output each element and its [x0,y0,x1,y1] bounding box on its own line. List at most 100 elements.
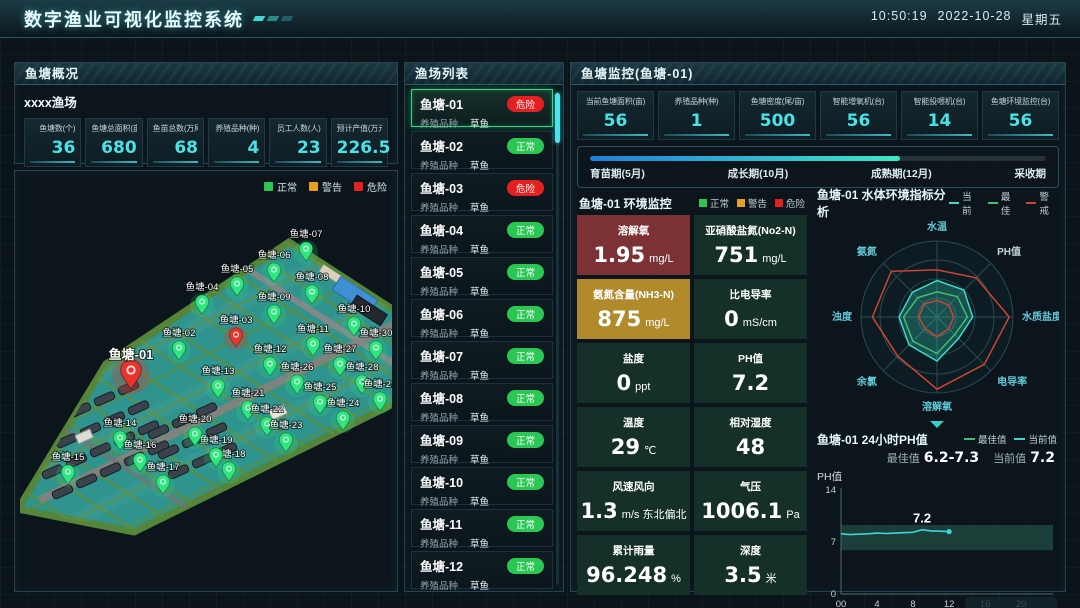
pond-name: 鱼塘-09 [420,430,463,449]
stat-box: 鱼苗总数(万尾)68 [147,118,204,167]
env-grid: 溶解氧1.95mg/L亚硝酸盐氮(No2-N)751mg/L氨氮含量(NH3-N… [577,215,807,595]
list-item[interactable]: 鱼塘-04正常养殖品种草鱼 [411,215,553,253]
ph-xtick: 12 [944,599,955,608]
env-cell-unit: ℃ [644,445,656,457]
stat-value: 56 [988,111,1053,131]
breed-label: 养殖品种 [420,119,458,130]
list-item-header: 鱼塘-05正常 [420,262,544,281]
breed-value: 草鱼 [470,161,489,172]
env-cell-value: 0 [617,371,632,395]
legend-swatch [309,182,318,191]
ph-ytick: 7 [831,537,836,548]
clock-time: 10:50:19 [871,9,928,28]
pond-name: 鱼塘-11 [420,514,462,533]
env-cell-value-row: 0ppt [617,371,651,395]
list-item[interactable]: 鱼塘-09正常养殖品种草鱼 [411,425,553,463]
radar-axis-label: 余氯 [856,375,877,388]
stat-box: 养殖品种(种)1 [658,91,735,140]
list-scrollbar-track[interactable] [556,91,559,585]
list-item-header: 鱼塘-08正常 [420,388,544,407]
chevron-down-icon[interactable] [930,421,944,428]
stat-underline [337,161,382,163]
legend-swatch [988,202,998,204]
pond-name: 鱼塘-03 [420,178,463,197]
env-legend: 正常警告危险 [699,196,805,210]
list-item[interactable]: 鱼塘-03危险养殖品种草鱼 [411,173,553,211]
pond-name: 鱼塘-06 [420,304,463,323]
env-cell: 相对湿度48 [694,407,807,467]
status-badge: 正常 [507,306,544,322]
breed-label: 养殖品种 [420,287,458,298]
list-item[interactable]: 鱼塘-01危险养殖品种草鱼 [411,89,553,127]
panel-pond-monitor-title: 鱼塘监控(鱼塘-01) [571,63,1065,85]
ph-legend: 最佳值当前值 [964,432,1057,446]
breed-value: 草鱼 [470,203,489,214]
breed-label: 养殖品种 [420,581,458,592]
pond-breed-row: 养殖品种草鱼 [420,536,544,550]
farm-name: xxxx渔场 [24,92,388,111]
list-item[interactable]: 鱼塘-12正常养殖品种草鱼 [411,551,553,589]
radar-axis-label: 电导率 [997,375,1027,388]
legend-swatch [1026,202,1036,204]
pond-breed-row: 养殖品种草鱼 [420,578,544,592]
pond-name: 鱼塘-02 [420,136,463,155]
pond-breed-row: 养殖品种 草鱼 [420,158,544,172]
list-item[interactable]: 鱼塘-06正常养殖品种草鱼 [411,299,553,337]
list-item-header: 鱼塘-03 危险 [420,178,544,197]
stat-box: 鱼塘总面积(亩) 680 [85,118,142,167]
pond-label: 鱼塘-10 [338,303,371,315]
stat-underline [91,161,136,163]
section-divider [815,420,1059,429]
legend-item: 当前值 [1014,432,1057,446]
legend-label: 当前值 [1028,432,1057,446]
stat-label: 鱼塘总面积(亩) [91,123,136,134]
list-item[interactable]: 鱼塘-11正常养殖品种草鱼 [411,509,553,547]
list-item[interactable]: 鱼塘-02 正常养殖品种 草鱼 [411,131,553,169]
list-item[interactable]: 鱼塘-07正常养殖品种草鱼 [411,341,553,379]
stat-box: 当前鱼塘面积(亩)56 [577,91,654,140]
panel-farm-map: 正常警告危险 鱼塘-01鱼塘-02鱼塘-03鱼塘-04鱼塘-05鱼塘-06鱼塘-… [14,170,398,592]
radar-axis-label: 溶解氧 [922,400,952,413]
breed-label: 养殖品种 [420,161,458,172]
list-scrollbar-thumb[interactable] [555,93,560,143]
radar-axis-label: PH值 [997,245,1021,258]
stat-value: 36 [30,138,75,158]
status-badge: 正常 [507,558,544,574]
env-cell-value: 3.5 [724,563,761,587]
breed-value: 草鱼 [470,119,489,130]
env-monitor-section: 鱼塘-01 环境监控 正常警告危险 溶解氧1.95mg/L亚硝酸盐氮(No2-N… [577,193,807,608]
list-item[interactable]: 鱼塘-08正常养殖品种草鱼 [411,383,553,421]
clock: 10:50:19 2022-10-28 星期五 [871,9,1062,28]
pond-label: 鱼塘-11 [297,323,329,335]
list-item-header: 鱼塘-06 正常 [420,304,544,323]
list-item[interactable]: 鱼塘-10正常养殖品种草鱼 [411,467,553,505]
pond-label: 鱼塘-26 [281,361,314,373]
env-cell: PH值7.2 [694,343,807,403]
pond-label: 鱼塘-04 [186,281,219,293]
env-cell-value-row: 1.95mg/L [593,243,673,267]
stat-underline [907,134,972,136]
list-item[interactable]: 鱼塘-05正常养殖品种草鱼 [411,257,553,295]
stat-underline [214,161,259,163]
growth-stage-label: 采收期 [1014,166,1046,181]
env-cell-label: 深度 [740,543,761,558]
title-decor-dashes [254,16,292,21]
pond-label: 鱼塘-30 [360,327,392,339]
env-cell-unit: % [671,573,681,585]
stat-box: 鱼塘数(个)36 [24,118,81,167]
monitor-stats: 当前鱼塘面积(亩)56养殖品种(种)1鱼塘密度(尾/亩)500智能增氧机(台)5… [577,91,1059,140]
stat-label: 鱼塘密度(尾/亩) [745,96,810,107]
status-badge: 危险 [507,96,544,112]
status-badge: 危险 [507,180,544,196]
env-cell: 溶解氧1.95mg/L [577,215,690,275]
pond-label: 鱼塘-03 [220,314,253,326]
env-cell-value-row: 48 [736,435,765,459]
growth-progress-bar [590,156,1046,161]
legend-swatch [354,182,363,191]
env-cell-value: 875 [597,307,641,331]
stat-value: 680 [91,138,136,158]
stat-box: 智能增氧机(台)56 [820,91,897,140]
radar-axis-label: 氨氮 [857,245,877,258]
status-badge: 正常 [507,138,544,154]
stat-box: 养殖品种(种)4 [208,118,265,167]
